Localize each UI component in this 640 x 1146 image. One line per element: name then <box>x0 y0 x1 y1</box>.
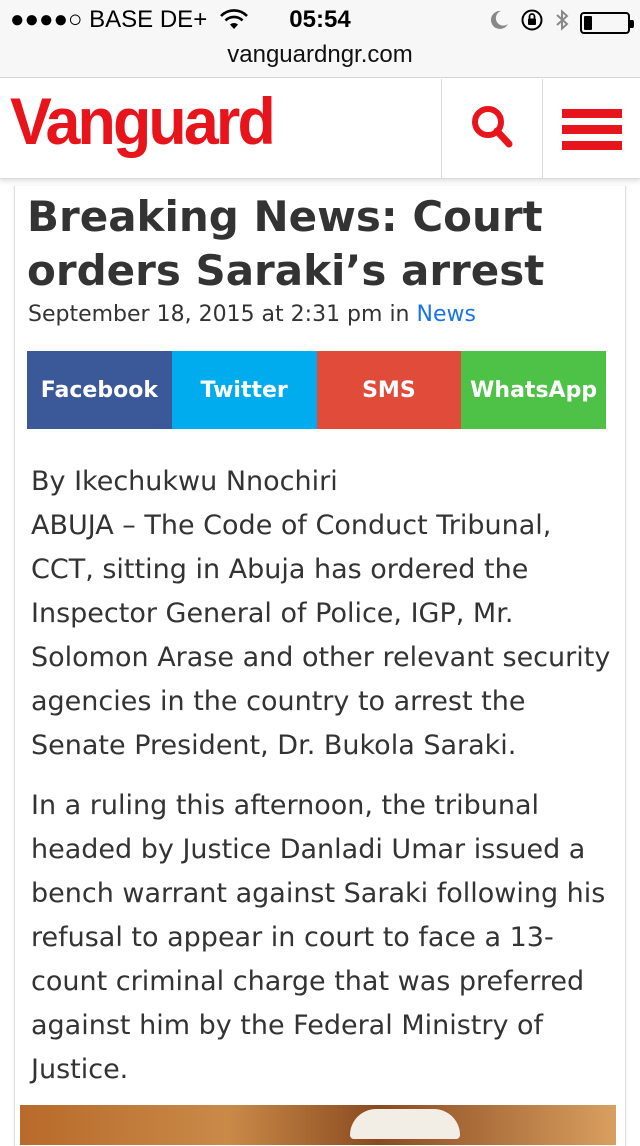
do-not-disturb-icon <box>488 9 510 36</box>
battery-icon <box>580 11 634 34</box>
paragraph-text: ABUJA – The Code of Conduct Tribunal, CC… <box>31 510 611 761</box>
search-button[interactable] <box>442 79 542 179</box>
address-bar[interactable]: vanguardngr.com <box>0 40 640 78</box>
status-bar: ●●●●○ BASE DE+ 05:54 <box>0 0 640 40</box>
url-text: vanguardngr.com <box>227 41 413 68</box>
share-whatsapp-button[interactable]: WhatsApp <box>461 351 606 429</box>
site-logo[interactable]: Vanguard <box>10 83 276 159</box>
rotation-lock-icon <box>520 8 544 37</box>
author-line: By Ikechukwu Nnochiri <box>31 466 338 497</box>
battery-level <box>584 15 593 30</box>
category-link[interactable]: News <box>417 302 476 327</box>
paragraph-text: In a ruling this afternoon, the tribunal… <box>31 790 606 1085</box>
status-right <box>488 8 634 37</box>
share-facebook-button[interactable]: Facebook <box>27 351 172 429</box>
article-image <box>20 1105 616 1145</box>
article-title: Breaking News: Court orders Saraki’s arr… <box>27 192 545 295</box>
share-bar: Facebook Twitter SMS WhatsApp <box>27 351 606 429</box>
share-twitter-button[interactable]: Twitter <box>171 351 317 429</box>
article-date: September 18, 2015 at 2:31 pm in <box>28 302 410 327</box>
article-body: By Ikechukwu Nnochiri ABUJA – The Code o… <box>31 460 616 1108</box>
article-meta: September 18, 2015 at 2:31 pm in News <box>28 302 476 327</box>
article-paragraph: By Ikechukwu Nnochiri ABUJA – The Code o… <box>31 460 616 768</box>
image-detail <box>350 1109 460 1139</box>
site-header: Vanguard <box>0 79 640 179</box>
hamburger-menu-icon <box>561 108 622 150</box>
bluetooth-icon <box>554 8 570 37</box>
menu-button[interactable] <box>543 79 640 179</box>
share-sms-button[interactable]: SMS <box>316 351 462 429</box>
search-icon <box>468 103 516 155</box>
article-paragraph: In a ruling this afternoon, the tribunal… <box>31 784 616 1092</box>
